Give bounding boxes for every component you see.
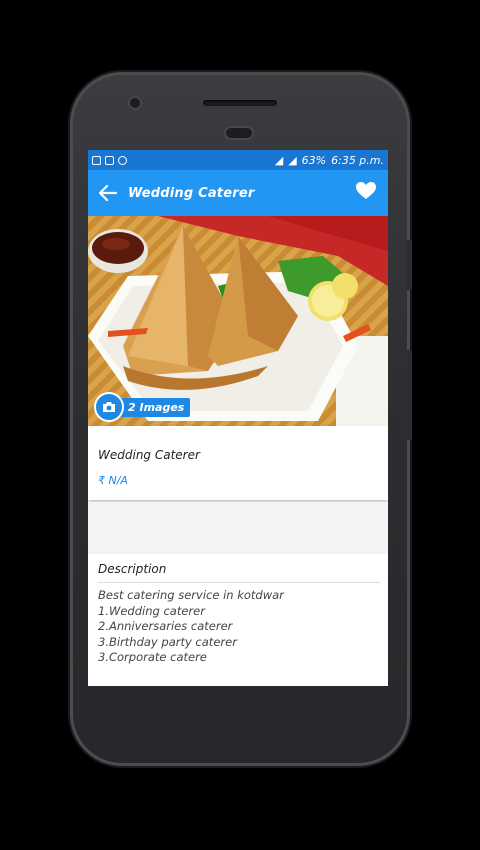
status-bar: ◢ ◢ 63% 6:35 p.m. bbox=[88, 150, 388, 170]
description-line: 3.Birthday party caterer bbox=[98, 634, 237, 649]
front-camera bbox=[130, 98, 140, 108]
gallery-notification-icon bbox=[92, 155, 101, 165]
chat-notification-icon bbox=[118, 155, 127, 165]
volume-button bbox=[406, 350, 412, 440]
description-section: Description Best catering service in kot… bbox=[88, 554, 388, 686]
image-count-badge[interactable]: 2 Images bbox=[94, 392, 191, 422]
wifi-icon: ◢ bbox=[274, 153, 284, 167]
listing-price: ₹ N/A bbox=[98, 474, 128, 487]
back-arrow-icon[interactable] bbox=[88, 170, 128, 216]
earpiece-speaker bbox=[203, 100, 277, 106]
power-button bbox=[406, 240, 412, 290]
favorite-heart-icon[interactable] bbox=[356, 181, 376, 205]
proximity-sensor bbox=[226, 128, 252, 138]
description-line: Best catering service in kotdwar bbox=[98, 588, 284, 602]
app-bar: Wedding Caterer bbox=[88, 170, 388, 216]
battery-percentage: 63% bbox=[301, 153, 327, 167]
description-line: 1.Wedding caterer bbox=[98, 603, 205, 618]
image-count-label: 2 Images bbox=[120, 397, 191, 417]
camera-icon bbox=[94, 392, 124, 422]
description-line: 2.Anniversaries caterer bbox=[98, 619, 233, 633]
description-line: 3.Corporate catere bbox=[98, 650, 207, 664]
document-notification-icon bbox=[105, 155, 114, 165]
signal-icon: ◢ bbox=[288, 153, 297, 167]
description-body: Best catering service in kotdwar 1.Weddi… bbox=[98, 588, 284, 666]
listing-title: Wedding Caterer bbox=[98, 448, 200, 462]
description-divider bbox=[98, 582, 380, 583]
section-divider bbox=[88, 502, 388, 554]
description-heading: Description bbox=[98, 562, 167, 576]
hero-image[interactable]: 2 Images bbox=[88, 216, 388, 426]
status-time: 6:35 p.m. bbox=[331, 153, 384, 167]
listing-card: Wedding Caterer ₹ N/A bbox=[88, 426, 388, 500]
app-screen: ◢ ◢ 63% 6:35 p.m. Wedding Caterer 2 Imag… bbox=[88, 150, 388, 686]
page-title: Wedding Caterer bbox=[128, 185, 255, 201]
